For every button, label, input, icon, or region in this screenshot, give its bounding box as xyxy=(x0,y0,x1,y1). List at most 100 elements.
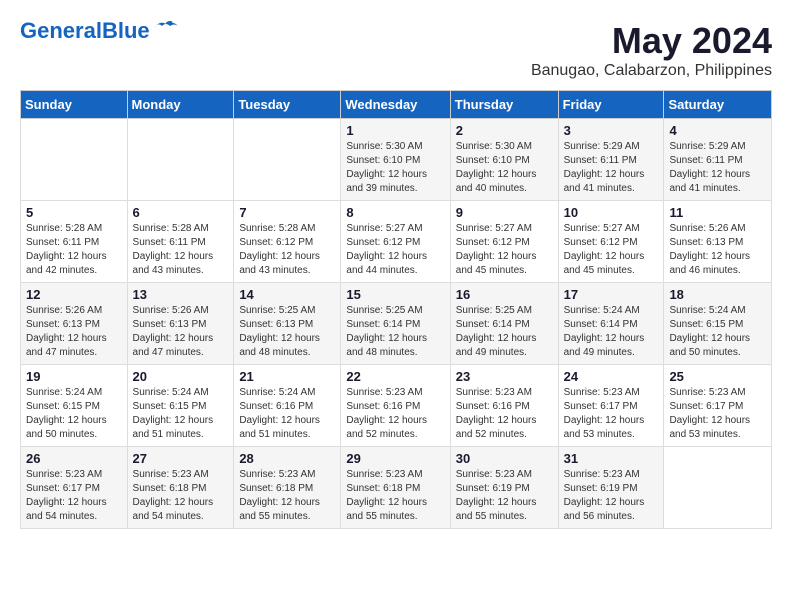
calendar-cell: 28 Sunrise: 5:23 AM Sunset: 6:18 PM Dayli… xyxy=(234,447,341,529)
day-info: Sunrise: 5:24 AM Sunset: 6:15 PM Dayligh… xyxy=(133,386,229,442)
day-info: Sunrise: 5:29 AM Sunset: 6:11 PM Dayligh… xyxy=(564,140,659,196)
day-number: 12 xyxy=(26,287,122,302)
calendar-cell: 14 Sunrise: 5:25 AM Sunset: 6:13 PM Dayli… xyxy=(234,283,341,365)
logo-general: General xyxy=(20,18,102,43)
title-block: May 2024 Banugao, Calabarzon, Philippine… xyxy=(531,20,772,80)
calendar-week-row: 19 Sunrise: 5:24 AM Sunset: 6:15 PM Dayli… xyxy=(21,365,772,447)
calendar-cell: 16 Sunrise: 5:25 AM Sunset: 6:14 PM Dayli… xyxy=(450,283,558,365)
day-number: 7 xyxy=(239,205,335,220)
day-info: Sunrise: 5:23 AM Sunset: 6:16 PM Dayligh… xyxy=(346,386,444,442)
day-number: 9 xyxy=(456,205,553,220)
calendar-week-row: 1 Sunrise: 5:30 AM Sunset: 6:10 PM Daylig… xyxy=(21,119,772,201)
day-info: Sunrise: 5:24 AM Sunset: 6:15 PM Dayligh… xyxy=(669,304,766,360)
day-info: Sunrise: 5:27 AM Sunset: 6:12 PM Dayligh… xyxy=(456,222,553,278)
day-number: 23 xyxy=(456,369,553,384)
day-info: Sunrise: 5:23 AM Sunset: 6:19 PM Dayligh… xyxy=(456,468,553,524)
calendar-cell: 5 Sunrise: 5:28 AM Sunset: 6:11 PM Daylig… xyxy=(21,201,128,283)
page-header: GeneralBlue May 2024 Banugao, Calabarzon… xyxy=(20,20,772,80)
logo-text: GeneralBlue xyxy=(20,20,150,42)
day-number: 25 xyxy=(669,369,766,384)
calendar-week-row: 12 Sunrise: 5:26 AM Sunset: 6:13 PM Dayli… xyxy=(21,283,772,365)
weekday-header: Thursday xyxy=(450,91,558,119)
weekday-header: Monday xyxy=(127,91,234,119)
calendar-cell: 10 Sunrise: 5:27 AM Sunset: 6:12 PM Dayli… xyxy=(558,201,664,283)
day-number: 30 xyxy=(456,451,553,466)
calendar-cell xyxy=(234,119,341,201)
day-info: Sunrise: 5:28 AM Sunset: 6:11 PM Dayligh… xyxy=(26,222,122,278)
calendar-cell: 26Sunrise: 5:23 AM Sunset: 6:17 PM Dayli… xyxy=(21,447,128,529)
calendar-cell: 29 Sunrise: 5:23 AM Sunset: 6:18 PM Dayli… xyxy=(341,447,450,529)
weekday-header: Tuesday xyxy=(234,91,341,119)
calendar-cell: 13 Sunrise: 5:26 AM Sunset: 6:13 PM Dayli… xyxy=(127,283,234,365)
weekday-header: Wednesday xyxy=(341,91,450,119)
day-info: Sunrise: 5:27 AM Sunset: 6:12 PM Dayligh… xyxy=(346,222,444,278)
day-number: 24 xyxy=(564,369,659,384)
calendar-week-row: 26Sunrise: 5:23 AM Sunset: 6:17 PM Dayli… xyxy=(21,447,772,529)
calendar-cell: 25 Sunrise: 5:23 AM Sunset: 6:17 PM Dayli… xyxy=(664,365,772,447)
calendar-cell: 20 Sunrise: 5:24 AM Sunset: 6:15 PM Dayli… xyxy=(127,365,234,447)
day-number: 22 xyxy=(346,369,444,384)
day-number: 6 xyxy=(133,205,229,220)
day-number: 10 xyxy=(564,205,659,220)
calendar-week-row: 5 Sunrise: 5:28 AM Sunset: 6:11 PM Daylig… xyxy=(21,201,772,283)
day-info: Sunrise: 5:30 AM Sunset: 6:10 PM Dayligh… xyxy=(346,140,444,196)
day-info: Sunrise: 5:25 AM Sunset: 6:13 PM Dayligh… xyxy=(239,304,335,360)
day-number: 1 xyxy=(346,123,444,138)
weekday-header-row: SundayMondayTuesdayWednesdayThursdayFrid… xyxy=(21,91,772,119)
day-info: Sunrise: 5:23 AM Sunset: 6:19 PM Dayligh… xyxy=(564,468,659,524)
calendar-cell: 6 Sunrise: 5:28 AM Sunset: 6:11 PM Daylig… xyxy=(127,201,234,283)
day-info: Sunrise: 5:25 AM Sunset: 6:14 PM Dayligh… xyxy=(346,304,444,360)
day-number: 29 xyxy=(346,451,444,466)
day-info: Sunrise: 5:24 AM Sunset: 6:15 PM Dayligh… xyxy=(26,386,122,442)
calendar-cell: 8 Sunrise: 5:27 AM Sunset: 6:12 PM Daylig… xyxy=(341,201,450,283)
calendar-cell: 31Sunrise: 5:23 AM Sunset: 6:19 PM Dayli… xyxy=(558,447,664,529)
day-info: Sunrise: 5:24 AM Sunset: 6:14 PM Dayligh… xyxy=(564,304,659,360)
day-info: Sunrise: 5:26 AM Sunset: 6:13 PM Dayligh… xyxy=(133,304,229,360)
calendar-cell: 11Sunrise: 5:26 AM Sunset: 6:13 PM Dayli… xyxy=(664,201,772,283)
day-number: 2 xyxy=(456,123,553,138)
calendar-cell: 22 Sunrise: 5:23 AM Sunset: 6:16 PM Dayli… xyxy=(341,365,450,447)
day-info: Sunrise: 5:23 AM Sunset: 6:18 PM Dayligh… xyxy=(133,468,229,524)
day-info: Sunrise: 5:26 AM Sunset: 6:13 PM Dayligh… xyxy=(26,304,122,360)
calendar-cell: 30 Sunrise: 5:23 AM Sunset: 6:19 PM Dayli… xyxy=(450,447,558,529)
day-info: Sunrise: 5:23 AM Sunset: 6:17 PM Dayligh… xyxy=(669,386,766,442)
month-title: May 2024 xyxy=(531,20,772,62)
day-number: 21 xyxy=(239,369,335,384)
day-info: Sunrise: 5:23 AM Sunset: 6:18 PM Dayligh… xyxy=(239,468,335,524)
calendar-cell: 2Sunrise: 5:30 AM Sunset: 6:10 PM Daylig… xyxy=(450,119,558,201)
day-info: Sunrise: 5:28 AM Sunset: 6:11 PM Dayligh… xyxy=(133,222,229,278)
day-number: 15 xyxy=(346,287,444,302)
calendar-cell: 9 Sunrise: 5:27 AM Sunset: 6:12 PM Daylig… xyxy=(450,201,558,283)
day-number: 18 xyxy=(669,287,766,302)
weekday-header: Friday xyxy=(558,91,664,119)
day-number: 27 xyxy=(133,451,229,466)
calendar-cell: 27 Sunrise: 5:23 AM Sunset: 6:18 PM Dayli… xyxy=(127,447,234,529)
calendar-cell xyxy=(664,447,772,529)
day-info: Sunrise: 5:23 AM Sunset: 6:16 PM Dayligh… xyxy=(456,386,553,442)
day-number: 3 xyxy=(564,123,659,138)
day-info: Sunrise: 5:28 AM Sunset: 6:12 PM Dayligh… xyxy=(239,222,335,278)
weekday-header: Sunday xyxy=(21,91,128,119)
day-number: 13 xyxy=(133,287,229,302)
day-number: 19 xyxy=(26,369,122,384)
day-info: Sunrise: 5:24 AM Sunset: 6:16 PM Dayligh… xyxy=(239,386,335,442)
calendar-cell: 23 Sunrise: 5:23 AM Sunset: 6:16 PM Dayli… xyxy=(450,365,558,447)
calendar-cell: 24Sunrise: 5:23 AM Sunset: 6:17 PM Dayli… xyxy=(558,365,664,447)
calendar-cell xyxy=(21,119,128,201)
logo-blue: Blue xyxy=(102,18,150,43)
day-number: 16 xyxy=(456,287,553,302)
day-number: 28 xyxy=(239,451,335,466)
day-info: Sunrise: 5:25 AM Sunset: 6:14 PM Dayligh… xyxy=(456,304,553,360)
day-number: 17 xyxy=(564,287,659,302)
calendar-cell: 15 Sunrise: 5:25 AM Sunset: 6:14 PM Dayli… xyxy=(341,283,450,365)
calendar-cell: 12 Sunrise: 5:26 AM Sunset: 6:13 PM Dayli… xyxy=(21,283,128,365)
day-number: 8 xyxy=(346,205,444,220)
day-number: 20 xyxy=(133,369,229,384)
calendar-cell: 19 Sunrise: 5:24 AM Sunset: 6:15 PM Dayli… xyxy=(21,365,128,447)
day-info: Sunrise: 5:27 AM Sunset: 6:12 PM Dayligh… xyxy=(564,222,659,278)
weekday-header: Saturday xyxy=(664,91,772,119)
logo: GeneralBlue xyxy=(20,20,180,42)
day-number: 14 xyxy=(239,287,335,302)
day-info: Sunrise: 5:23 AM Sunset: 6:18 PM Dayligh… xyxy=(346,468,444,524)
day-number: 5 xyxy=(26,205,122,220)
